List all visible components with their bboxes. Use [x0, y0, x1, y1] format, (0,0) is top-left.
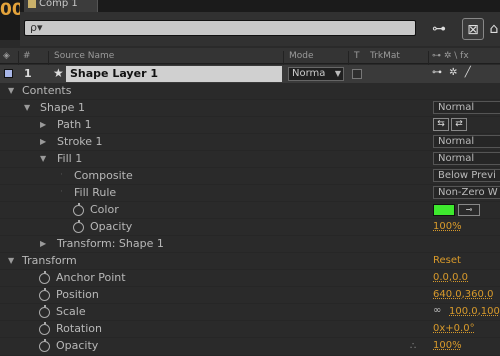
property-row-shape-1[interactable]: ▼ Shape 1 Normal: [0, 100, 500, 117]
search-input[interactable]: [24, 20, 416, 36]
anchor-point-value[interactable]: 0.0,0.0: [433, 272, 468, 283]
rotation-value[interactable]: 0x+0.0°: [433, 323, 475, 334]
collapse-triangle-icon[interactable]: ▶: [40, 120, 46, 129]
property-label: Shape 1: [40, 101, 85, 114]
property-row-position[interactable]: Position 640.0,360.0: [0, 287, 500, 304]
property-label: Scale: [56, 305, 86, 318]
chevron-down-icon: ▼: [334, 69, 341, 78]
expand-triangle-icon[interactable]: ▼: [8, 86, 14, 95]
collapse-triangle-icon[interactable]: ▶: [40, 137, 46, 146]
path-direction-icon[interactable]: ⇆: [433, 118, 449, 131]
layer-switches[interactable]: ⊶ ✲ ╱: [432, 67, 473, 78]
stopwatch-icon[interactable]: [73, 203, 84, 216]
stopwatch-icon[interactable]: [39, 322, 50, 335]
column-number[interactable]: #: [23, 51, 31, 61]
expand-triangle-icon[interactable]: ▼: [24, 103, 30, 112]
property-label: Color: [90, 203, 119, 216]
composition-mini-flowchart-icon[interactable]: ⊠: [462, 18, 484, 40]
property-row-fill-1[interactable]: ▼ Fill 1 Normal: [0, 151, 500, 168]
property-row-path-1[interactable]: ▶ Path 1 ⇆ ⇄: [0, 117, 500, 134]
layer-mode-value: Norma: [292, 68, 326, 79]
column-switches[interactable]: ⊶ ✲ \ fx: [432, 51, 469, 61]
color-swatch[interactable]: [433, 204, 455, 216]
search-icon[interactable]: ρ▾: [30, 21, 44, 35]
property-label: Composite: [74, 169, 133, 182]
column-header: ◈ # Source Name Mode T TrkMat ⊶ ✲ \ fx: [0, 48, 500, 67]
draft-3d-icon[interactable]: ⊶: [428, 18, 450, 40]
label-column-icon[interactable]: ◈: [3, 51, 10, 61]
timecode-fragment: 00: [0, 0, 20, 20]
property-row-anchor-point[interactable]: Anchor Point 0.0,0.0: [0, 270, 500, 287]
shape-layer-star-icon: ★: [53, 66, 64, 80]
blend-mode-select[interactable]: Normal: [433, 135, 500, 148]
column-t[interactable]: T: [354, 51, 360, 61]
property-label: Opacity: [56, 339, 99, 352]
stopwatch-icon[interactable]: [39, 288, 50, 301]
property-row-rotation[interactable]: Rotation 0x+0.0°: [0, 321, 500, 338]
tab-comp-1[interactable]: Comp 1: [24, 0, 98, 12]
preserve-transparency-checkbox[interactable]: [352, 69, 362, 79]
property-label: Rotation: [56, 322, 103, 335]
blend-mode-select[interactable]: Normal: [433, 101, 500, 114]
property-label: Stroke 1: [57, 135, 103, 148]
stopwatch-icon[interactable]: [39, 305, 50, 318]
solo-icon[interactable]: ⌂: [488, 18, 500, 40]
property-label: Path 1: [57, 118, 92, 131]
eyedropper-icon[interactable]: ⊸: [458, 204, 480, 216]
expand-triangle-icon[interactable]: ▼: [40, 154, 46, 163]
stopwatch-icon[interactable]: [39, 271, 50, 284]
path-reverse-icon[interactable]: ⇄: [451, 118, 467, 131]
expand-triangle-icon[interactable]: ▼: [8, 256, 14, 265]
property-row-fill-opacity[interactable]: Opacity 100%: [0, 219, 500, 236]
property-label: Contents: [22, 84, 72, 97]
column-source-name[interactable]: Source Name: [54, 51, 114, 61]
blend-mode-select[interactable]: Normal: [433, 152, 500, 165]
tab-title: Comp 1: [39, 0, 78, 9]
chain-link-icon[interactable]: ∞: [433, 305, 441, 316]
scale-value[interactable]: 100.0,100: [449, 306, 500, 317]
property-label: Fill 1: [57, 152, 83, 165]
layer-number: 1: [24, 67, 32, 80]
property-row-fill-rule[interactable]: · Fill Rule Non-Zero W: [0, 185, 500, 202]
layer-name: Shape Layer 1: [70, 67, 158, 80]
layer-mode-select[interactable]: Norma ▼: [288, 67, 344, 81]
property-label: Opacity: [90, 220, 133, 233]
property-row-transform-shape-1[interactable]: ▶ Transform: Shape 1: [0, 236, 500, 253]
composite-select[interactable]: Below Previ: [433, 169, 500, 182]
loading-spinner-icon: ∴: [410, 341, 417, 352]
property-label: Fill Rule: [74, 186, 117, 199]
property-row-composite[interactable]: · Composite Below Previ: [0, 168, 500, 185]
opacity-value[interactable]: 100%: [433, 221, 462, 232]
fill-rule-select[interactable]: Non-Zero W: [433, 186, 500, 199]
collapse-triangle-icon[interactable]: ▶: [40, 239, 46, 248]
reset-link[interactable]: Reset: [433, 255, 461, 266]
stopwatch-icon[interactable]: [39, 339, 50, 352]
property-row-stroke-1[interactable]: ▶ Stroke 1 Normal: [0, 134, 500, 151]
property-row-contents[interactable]: ▼ Contents: [0, 83, 500, 100]
property-label: Position: [56, 288, 99, 301]
property-row-color[interactable]: Color ⊸: [0, 202, 500, 219]
property-label: Anchor Point: [56, 271, 126, 284]
column-mode[interactable]: Mode: [289, 51, 314, 61]
property-row-transform[interactable]: ▼ Transform Reset: [0, 253, 500, 270]
position-value[interactable]: 640.0,360.0: [433, 289, 493, 300]
property-label: Transform: Shape 1: [57, 237, 164, 250]
column-trkmat[interactable]: TrkMat: [370, 51, 400, 61]
stopwatch-icon[interactable]: [73, 220, 84, 233]
comp-icon: [28, 0, 36, 8]
layer-label-swatch[interactable]: [4, 69, 13, 78]
property-label: Transform: [22, 254, 77, 267]
opacity-value[interactable]: 100%: [433, 340, 462, 351]
property-row-scale[interactable]: Scale ∞ 100.0,100: [0, 304, 500, 321]
property-row-opacity[interactable]: Opacity 100% ∴: [0, 338, 500, 356]
